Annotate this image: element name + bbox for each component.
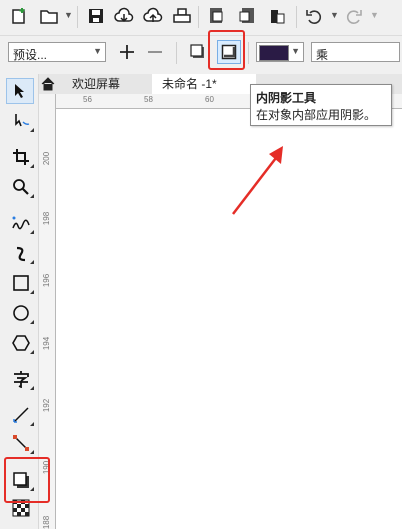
pick-tool-icon[interactable]	[6, 78, 34, 104]
ruler-label: 194	[42, 336, 52, 351]
ruler-label: 192	[42, 398, 52, 413]
separator	[176, 42, 177, 64]
polygon-tool-icon[interactable]	[8, 330, 34, 356]
cloud-download-icon[interactable]	[113, 5, 135, 27]
tab-untitled-1[interactable]: 未命名 -1*	[152, 74, 256, 94]
separator	[248, 42, 249, 64]
text-tool-icon[interactable]	[8, 366, 34, 392]
tooltip-description: 在对象内部应用阴影。	[256, 108, 377, 122]
new-document-icon[interactable]	[8, 5, 30, 27]
highlight-toolbox-shadow-tool	[4, 457, 50, 503]
ruler-label: 196	[42, 273, 52, 288]
preset-dropdown[interactable]: 预设... ▼	[8, 42, 106, 62]
standard-toolbar: ▼ ▼ ▼	[0, 0, 402, 34]
tab-label: 未命名 -1*	[162, 77, 217, 91]
drop-shadow-tool-icon[interactable]	[187, 41, 209, 63]
ruler-label: 60	[205, 95, 214, 104]
home-icon[interactable]	[38, 74, 58, 94]
tooltip: 内阴影工具 在对象内部应用阴影。	[250, 84, 392, 126]
property-bar: 预设... ▼ ▼ 乘	[0, 35, 402, 70]
redo-icon[interactable]	[343, 5, 365, 27]
separator	[198, 6, 199, 28]
merge-mode-dropdown[interactable]: 乘	[311, 42, 400, 62]
chevron-down-icon: ▼	[291, 46, 300, 56]
shadow-color-picker[interactable]: ▼	[256, 42, 304, 62]
undo-icon[interactable]	[303, 5, 325, 27]
highlight-inner-shadow-button	[208, 30, 245, 70]
freehand-tool-icon[interactable]	[8, 210, 34, 236]
shadow-color-swatch	[259, 45, 289, 61]
parallel-dimension-tool-icon[interactable]	[8, 402, 34, 428]
separator	[77, 6, 78, 28]
artistic-media-tool-icon[interactable]	[8, 240, 34, 266]
remove-preset-icon[interactable]	[144, 41, 166, 63]
zoom-tool-icon[interactable]	[8, 174, 34, 200]
rectangle-tool-icon[interactable]	[8, 270, 34, 296]
tab-welcome-screen[interactable]: 欢迎屏幕	[60, 74, 152, 94]
merge-mode-label: 乘	[316, 48, 329, 62]
separator	[296, 6, 297, 28]
import-icon[interactable]	[206, 5, 228, 27]
ruler-label: 200	[42, 151, 52, 166]
print-icon[interactable]	[171, 5, 193, 27]
export-icon[interactable]	[236, 5, 258, 27]
redo-dropdown-chevron-icon[interactable]: ▼	[370, 10, 379, 20]
cloud-upload-icon[interactable]	[142, 5, 164, 27]
add-preset-icon[interactable]	[116, 41, 138, 63]
chevron-down-icon: ▼	[93, 46, 102, 56]
tooltip-title: 内阴影工具	[256, 91, 317, 105]
shape-tool-icon[interactable]	[8, 108, 34, 134]
ruler-label: 56	[83, 95, 92, 104]
open-folder-icon[interactable]	[38, 5, 60, 27]
ruler-label: 188	[42, 515, 52, 529]
undo-dropdown-chevron-icon[interactable]: ▼	[330, 10, 339, 20]
preset-dropdown-label: 预设...	[13, 48, 48, 62]
save-icon[interactable]	[85, 5, 107, 27]
annotation-arrow	[232, 146, 283, 215]
connector-tool-icon[interactable]	[8, 430, 34, 456]
ellipse-tool-icon[interactable]	[8, 300, 34, 326]
ruler-label: 58	[144, 95, 153, 104]
tab-label: 欢迎屏幕	[72, 77, 121, 91]
ruler-label: 198	[42, 211, 52, 226]
open-dropdown-chevron-icon[interactable]: ▼	[64, 10, 73, 20]
crop-tool-icon[interactable]	[8, 144, 34, 170]
publish-icon[interactable]	[266, 5, 288, 27]
